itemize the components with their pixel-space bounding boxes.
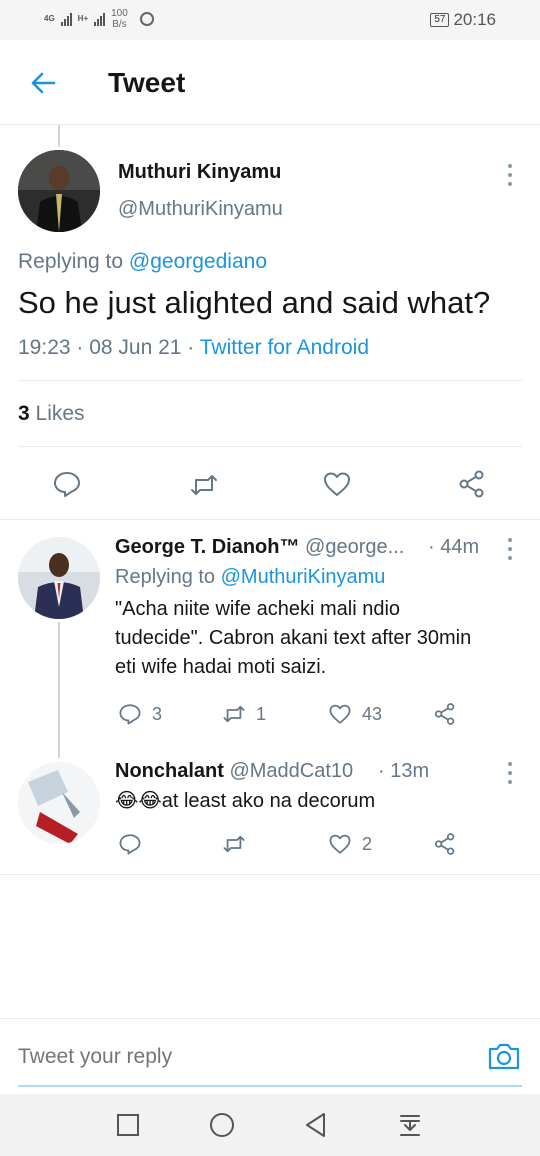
sync-circle-icon	[139, 12, 154, 26]
tweet-timestamp: 19:23 · 08 Jun 21 ·	[18, 336, 195, 359]
like-count: 2	[362, 833, 373, 854]
signal-icon	[94, 12, 106, 26]
nav-square-icon[interactable]	[114, 1111, 142, 1139]
more-vertical-icon[interactable]	[507, 762, 513, 784]
retweet-icon	[223, 835, 245, 853]
divider	[18, 380, 522, 381]
divider	[18, 446, 522, 447]
reply-text-line: tudecide". Cabron akani text after 30min	[115, 627, 472, 649]
page-title: Tweet	[108, 67, 186, 98]
signal-icon	[60, 12, 72, 26]
more-vertical-icon[interactable]	[507, 164, 513, 186]
reply-author-handle: @MaddCat10	[229, 760, 354, 782]
avatar-image	[18, 537, 100, 619]
likes-summary[interactable]: 3 Likes	[18, 402, 85, 426]
more-vertical-icon[interactable]	[507, 538, 513, 560]
thread-connector-line	[58, 125, 60, 147]
tweet-meta: 19:23 · 08 Jun 21 · Twitter for Android	[18, 336, 369, 360]
reply-author[interactable]: George T. Dianoh™ @george...	[115, 536, 404, 559]
reply-author-name: George T. Dianoh™	[115, 536, 300, 558]
reply-text: "Acha niite wife acheki mali ndio tudeci…	[115, 595, 471, 682]
share-button[interactable]	[433, 702, 457, 726]
reply-author[interactable]: Nonchalant @MaddCat10	[115, 760, 353, 783]
avatar-image	[18, 762, 100, 844]
retweet-count: 1	[256, 703, 267, 724]
reply-icon	[119, 834, 141, 855]
like-icon	[329, 834, 351, 854]
avatar-image	[18, 150, 100, 232]
avatar[interactable]	[18, 150, 100, 232]
replying-to-link[interactable]: @georgediano	[129, 250, 267, 273]
nav-circle-icon[interactable]	[208, 1111, 236, 1139]
divider	[0, 519, 540, 520]
like-icon	[329, 704, 351, 724]
retweet-icon	[223, 705, 245, 723]
divider	[0, 874, 540, 875]
status-bar-left: 4G H+ 100 B/s	[44, 8, 154, 30]
system-nav-bar	[0, 1094, 540, 1156]
avatar[interactable]	[18, 762, 100, 844]
battery-icon: 57	[430, 13, 450, 27]
reply-text-line: eti wife hadai moti saizi.	[115, 656, 327, 678]
tweet-text: So he just alighted and said what?	[18, 285, 491, 320]
network-type-1: 4G	[44, 14, 55, 23]
reply-input-underline	[18, 1085, 522, 1087]
reply-text-line: at least ako na decorum	[161, 790, 376, 812]
replying-to-label: Replying to	[115, 566, 216, 588]
share-icon	[434, 833, 455, 855]
reply-text-line: "Acha niite wife acheki mali ndio	[115, 598, 401, 620]
like-button[interactable]: 2	[328, 832, 372, 856]
share-button[interactable]	[433, 832, 457, 856]
reply-button[interactable]: 3	[118, 702, 162, 726]
reply-count: 3	[152, 703, 163, 724]
reply-icon	[119, 704, 141, 725]
reply-author-name: Nonchalant	[115, 760, 224, 782]
emoji-laughing: 😂😂	[115, 790, 162, 812]
author-handle[interactable]: @MuthuriKinyamu	[118, 198, 283, 221]
like-button[interactable]: 43	[328, 702, 382, 726]
like-icon[interactable]	[322, 469, 352, 499]
back-arrow-icon[interactable]	[28, 68, 58, 98]
clock: 20:16	[453, 10, 496, 29]
likes-count: 3	[18, 402, 30, 425]
status-bar: 4G H+ 100 B/s 57 20:16	[0, 0, 540, 40]
app-header: Tweet	[0, 40, 540, 125]
reply-button[interactable]	[118, 832, 152, 856]
nav-back-triangle-icon[interactable]	[302, 1111, 330, 1139]
reply-icon[interactable]	[52, 469, 82, 499]
likes-label: Likes	[35, 402, 85, 425]
network-speed: 100 B/s	[111, 8, 128, 30]
retweet-button[interactable]: 1	[222, 702, 266, 726]
like-count: 43	[362, 703, 383, 724]
thread-connector-line	[58, 622, 60, 758]
share-icon	[434, 703, 455, 725]
replying-to: Replying to @georgediano	[18, 250, 267, 274]
share-icon[interactable]	[457, 469, 487, 499]
retweet-button[interactable]	[222, 832, 256, 856]
reply-input[interactable]	[18, 1045, 458, 1069]
retweet-icon[interactable]	[189, 470, 219, 500]
network-speed-unit: B/s	[112, 19, 127, 30]
nav-notification-icon[interactable]	[396, 1111, 424, 1139]
camera-icon[interactable]	[487, 1041, 521, 1071]
network-speed-value: 100	[111, 8, 128, 19]
network-type-2: H+	[77, 14, 89, 23]
status-bar-right: 57 20:16	[430, 10, 496, 30]
replying-to-label: Replying to	[18, 250, 124, 273]
reply-author-handle: @george...	[305, 536, 405, 558]
replying-to: Replying to @MuthuriKinyamu	[115, 566, 385, 589]
avatar[interactable]	[18, 537, 100, 619]
tweet-source-link[interactable]: Twitter for Android	[200, 336, 369, 359]
reply-text: 😂😂at least ako na decorum	[115, 787, 375, 816]
reply-composer	[0, 1018, 540, 1094]
reply-time: · 13m	[378, 760, 430, 782]
author-name[interactable]: Muthuri Kinyamu	[118, 161, 281, 184]
reply-time: · 44m	[428, 536, 480, 558]
replying-to-link[interactable]: @MuthuriKinyamu	[221, 566, 386, 588]
